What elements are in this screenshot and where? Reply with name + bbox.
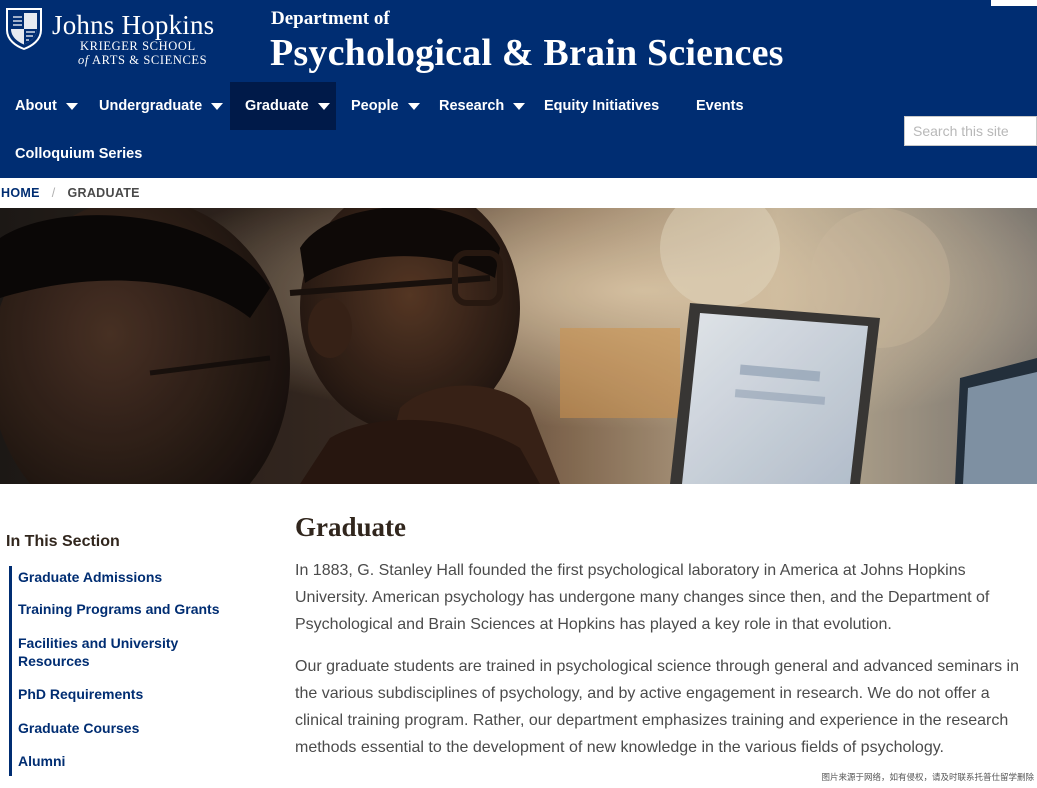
top-utility-tab[interactable] <box>991 0 1037 6</box>
page-title: Graduate <box>295 512 406 542</box>
nav-label: About <box>15 98 57 114</box>
nav-label: Research <box>439 98 505 114</box>
nav-item-research[interactable]: Research <box>424 82 530 130</box>
jhu-logo[interactable]: Johns Hopkins KRIEGER SCHOOL of ARTS & S… <box>4 6 234 68</box>
sidebar-item-training-programs[interactable]: Training Programs and Grants <box>12 600 244 634</box>
students-with-laptops-photo <box>0 208 1037 484</box>
intro-paragraph: In 1883, G. Stanley Hall founded the fir… <box>295 562 990 633</box>
breadcrumb-separator: / <box>51 186 56 200</box>
caret-down-icon <box>65 102 78 110</box>
nav-label: Colloquium Series <box>15 146 143 162</box>
breadcrumb-home-link[interactable]: HOME <box>1 186 40 200</box>
sidebar-item-phd-requirements[interactable]: PhD Requirements <box>12 685 244 719</box>
site-header: Johns Hopkins KRIEGER SCHOOL of ARTS & S… <box>0 0 1037 178</box>
school-line2: of ARTS & SCIENCES <box>78 53 208 67</box>
nav-label: Equity Initiatives <box>544 98 660 114</box>
sidebar-item-graduate-courses[interactable]: Graduate Courses <box>12 719 244 752</box>
nav-item-colloquium-series[interactable]: Colloquium Series <box>0 130 160 178</box>
nav-item-about[interactable]: About <box>0 82 85 130</box>
department-label: Department of <box>271 8 390 29</box>
nav-item-graduate[interactable]: Graduate <box>230 82 336 130</box>
university-wordmark: Johns Hopkins <box>52 10 215 40</box>
nav-item-people[interactable]: People <box>336 82 424 130</box>
department-name[interactable]: Psychological & Brain Sciences <box>270 31 784 75</box>
jhu-shield-icon <box>6 8 42 50</box>
caret-down-icon <box>513 102 526 110</box>
sidebar-nav: Graduate Admissions Training Programs an… <box>9 566 244 776</box>
sidebar-item-facilities[interactable]: Facilities and University Resources <box>12 634 244 685</box>
nav-label: People <box>351 98 399 114</box>
caret-down-icon <box>211 102 224 110</box>
watermark-text: 图片来源于网络，如有侵权，请及时联系托普仕留学删除 <box>821 772 1034 782</box>
nav-item-equity-initiatives[interactable]: Equity Initiatives <box>529 82 679 130</box>
sidebar-item-graduate-admissions[interactable]: Graduate Admissions <box>12 566 244 600</box>
caret-down-icon <box>317 102 330 110</box>
breadcrumb: HOME / GRADUATE <box>0 178 1037 208</box>
nav-item-events[interactable]: Events <box>681 82 761 130</box>
hero-image <box>0 208 1037 484</box>
nav-label: Graduate <box>245 98 309 114</box>
breadcrumb-current: GRADUATE <box>67 186 140 200</box>
nav-item-undergraduate[interactable]: Undergraduate <box>84 82 230 130</box>
caret-down-icon <box>407 102 420 110</box>
school-line1: KRIEGER SCHOOL <box>80 39 196 53</box>
sidebar-title: In This Section <box>6 533 120 550</box>
nav-label: Events <box>696 98 744 114</box>
search-input[interactable] <box>904 116 1037 146</box>
nav-label: Undergraduate <box>99 98 203 114</box>
sidebar-item-alumni[interactable]: Alumni <box>12 752 244 776</box>
training-paragraph: Our graduate students are trained in psy… <box>295 658 1019 756</box>
